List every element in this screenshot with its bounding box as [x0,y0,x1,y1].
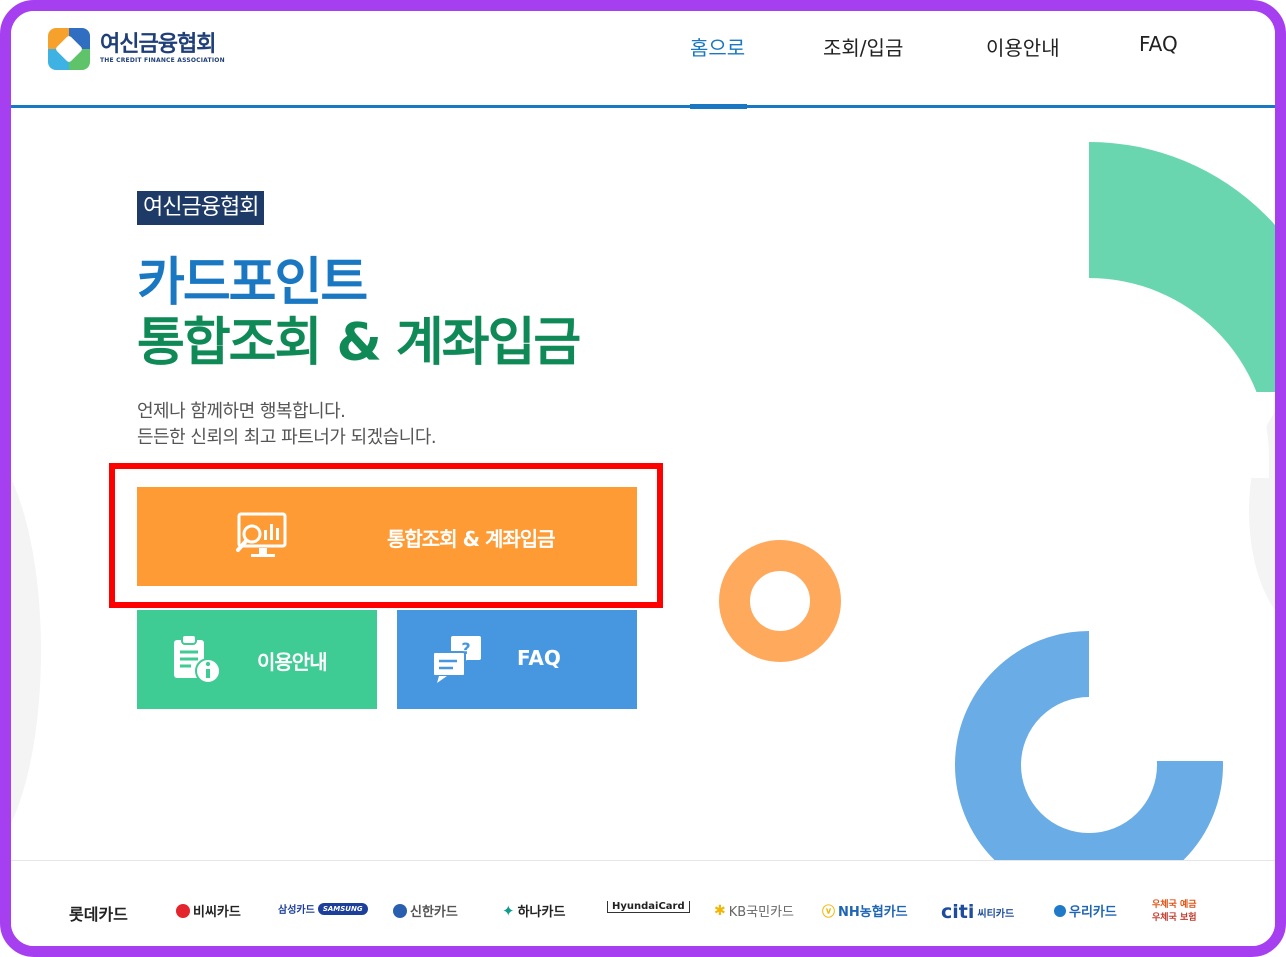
card-logo-bc[interactable]: 비씨카드 [176,901,241,920]
card-name-bc: 비씨카드 [193,905,241,920]
main-nav: 홈으로 조회/입금 이용안내 FAQ [11,32,1275,72]
decor-grey-arc-left [11,441,41,861]
card-name-samsung: 삼성카드 [278,905,315,916]
card-logo-lotte[interactable]: 롯데카드 [69,901,128,925]
kb-star-icon: ✱ [714,902,726,919]
card-name-citi-ko: 씨티카드 [977,908,1015,920]
highlight-box [109,463,663,608]
card-name-citi: citi [941,901,975,923]
hero-badge: 여신금융협회 [137,191,265,225]
card-name-nh: NH농협카드 [838,905,908,920]
card-name-hyundai: HyundaiCard [607,901,690,913]
card-name-kb: KB국민카드 [728,905,795,920]
site-header: 여신금융협회 THE CREDIT FINANCE ASSOCIATION 홈으… [11,11,1275,109]
card-name-woori: 우리카드 [1069,905,1117,920]
shinhan-globe-icon [393,903,407,918]
woori-circle-icon [1054,904,1066,917]
card-logo-woori[interactable]: 우리카드 [1054,901,1117,920]
bc-dot-icon [176,903,190,918]
decor-orange-ring [719,540,841,662]
card-logo-shinhan[interactable]: 신한카드 [393,901,458,920]
card-name-post-insurance: 우체국 보험 [1152,913,1197,923]
clipboard-info-icon [171,632,223,686]
decor-blue-ring-cutout [1089,621,1249,761]
nav-guide[interactable]: 이용안내 [986,32,1060,61]
hero-title-line1: 카드포인트 [137,253,368,313]
card-logo-post[interactable]: 우체국 예금 우체국 보험 [1152,897,1197,923]
card-logo-samsung[interactable]: 삼성카드 SAMSUNG [278,901,368,916]
card-name-hana: 하나카드 [517,905,566,920]
nav-faq[interactable]: FAQ [1139,32,1178,56]
samsung-brand: SAMSUNG [317,902,368,915]
card-name-lotte: 롯데카드 [69,905,128,924]
card-logo-citi[interactable]: citi 씨티카드 [941,901,1014,923]
browser-frame: 여신금융협회 THE CREDIT FINANCE ASSOCIATION 홈으… [0,0,1286,957]
hana-leaf-icon: ✦ [502,901,515,920]
chat-question-icon: ? [431,634,483,684]
partner-footer: 롯데카드 비씨카드 삼성카드 SAMSUNG 신한카드 ✦ 하나카드 Hyund… [11,860,1275,946]
card-logo-kb[interactable]: ✱ KB국민카드 [714,901,795,921]
card-logo-nh[interactable]: ⓥ NH농협카드 [822,901,908,920]
nav-active-indicator [690,104,747,109]
guide-button[interactable]: 이용안내 [137,610,377,709]
faq-button[interactable]: ? FAQ [397,610,637,709]
nav-home[interactable]: 홈으로 [690,32,745,61]
card-name-post-deposit: 우체국 예금 [1152,900,1197,910]
faq-label: FAQ [517,646,561,670]
guide-label: 이용안내 [257,650,328,674]
hero-title-line2: 통합조회 & 계좌입금 [137,313,581,373]
hero-subtitle-line1: 언제나 함께하면 행복합니다. [137,401,346,422]
nav-inquiry-deposit[interactable]: 조회/입금 [823,32,903,61]
card-logo-hyundai[interactable]: HyundaiCard [607,901,690,913]
card-logo-hana[interactable]: ✦ 하나카드 [502,901,566,921]
nh-mark-icon: ⓥ [822,905,836,920]
page: 여신금융협회 THE CREDIT FINANCE ASSOCIATION 홈으… [11,11,1275,946]
card-name-shinhan: 신한카드 [410,905,458,920]
hero-subtitle-line2: 든든한 신뢰의 최고 파트너가 되겠습니다. [137,427,437,448]
